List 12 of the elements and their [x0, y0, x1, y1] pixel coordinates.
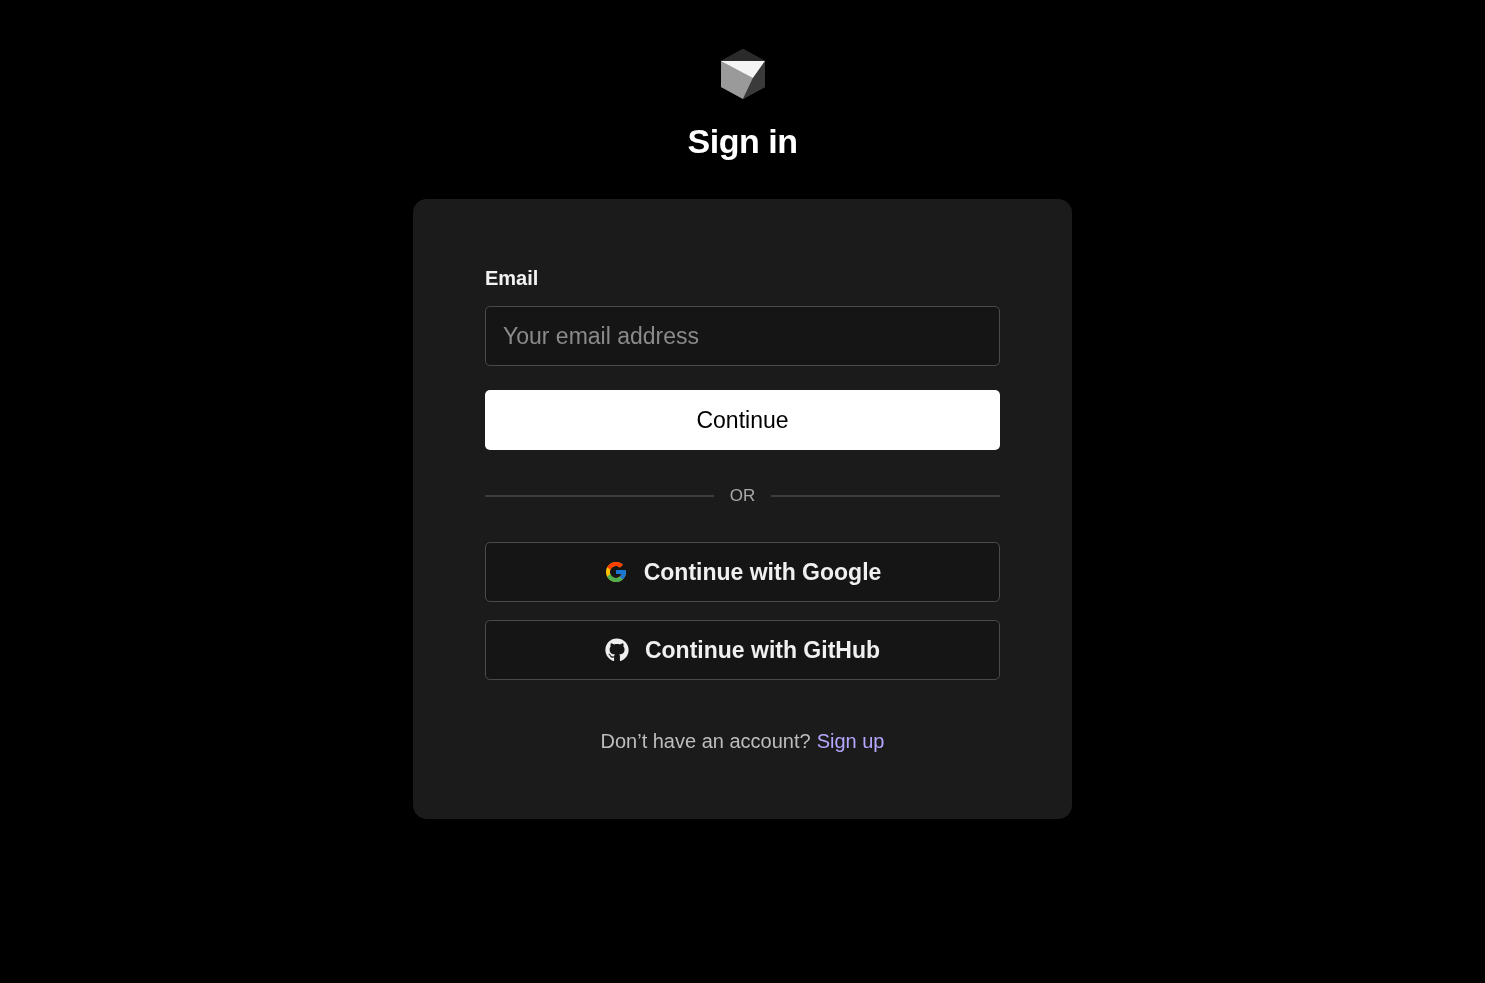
- page-title: Sign in: [687, 122, 798, 161]
- email-field[interactable]: Your email address: [485, 306, 1000, 366]
- email-label: Email: [485, 267, 540, 290]
- github-sign-in-button[interactable]: Continue with GitHub: [485, 620, 1000, 680]
- github-icon: [604, 638, 629, 662]
- google-g-icon: [603, 560, 628, 584]
- google-sign-in-button[interactable]: Continue with Google: [485, 542, 1000, 602]
- cube-logo-icon: [719, 48, 766, 100]
- no-account-text: Don’t have an account?: [600, 730, 811, 752]
- or-divider-label: OR: [729, 486, 756, 506]
- sign-up-link[interactable]: Sign up: [816, 730, 885, 752]
- continue-button[interactable]: Continue: [485, 390, 1000, 450]
